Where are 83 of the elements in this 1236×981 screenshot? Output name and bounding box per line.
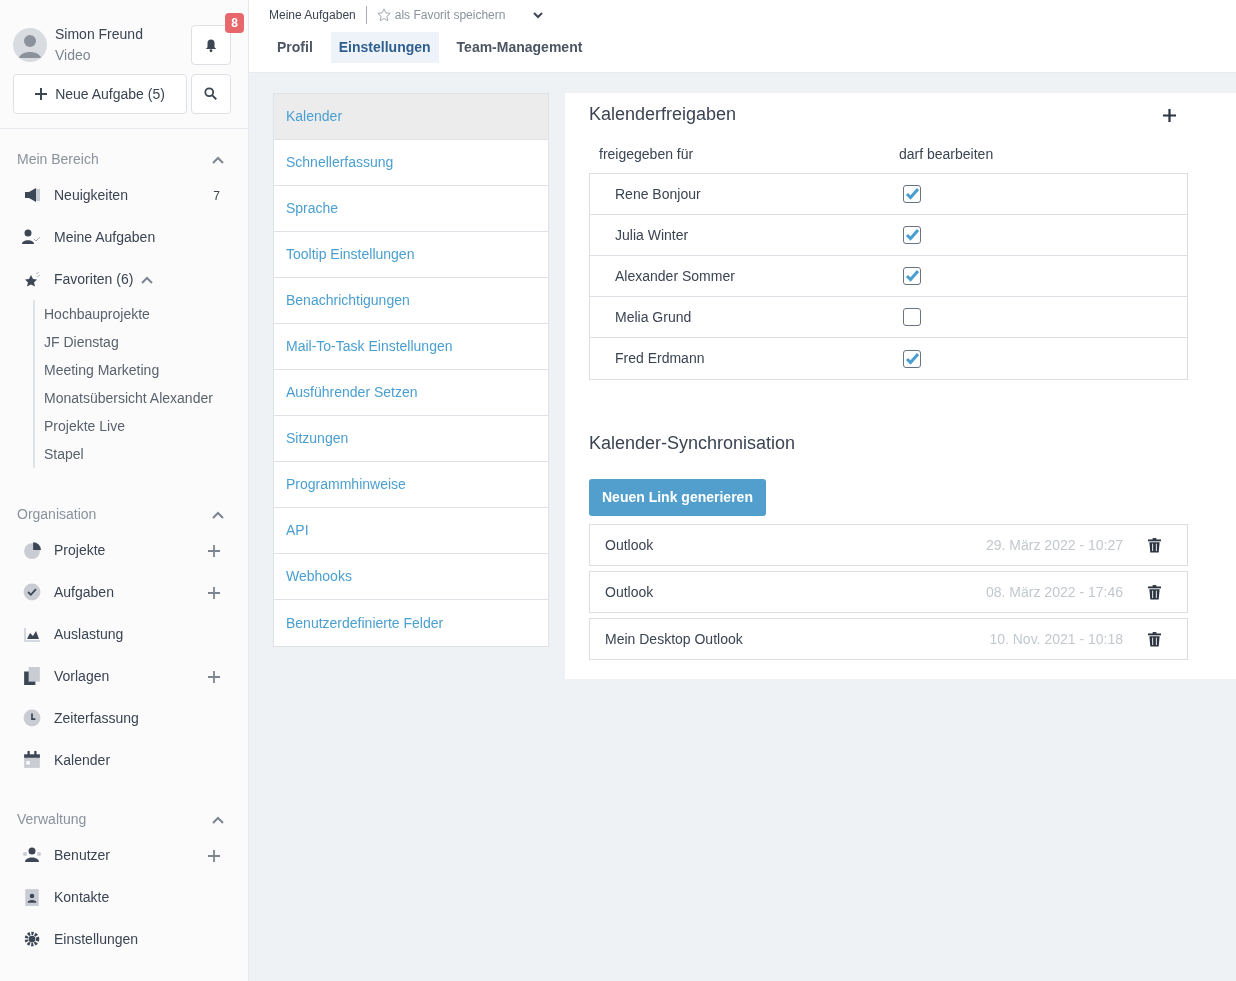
user-name: Simon Freund xyxy=(55,25,144,44)
edit-checkbox[interactable] xyxy=(903,349,921,368)
sidebar-item[interactable]: Vorlagen xyxy=(54,665,110,687)
users-icon xyxy=(22,847,42,863)
documents-icon xyxy=(23,667,41,685)
user-check-icon xyxy=(22,229,42,245)
check-circle-icon xyxy=(23,583,41,601)
notifications-button[interactable] xyxy=(191,25,231,65)
sidebar-item[interactable]: Aufgaben xyxy=(54,581,114,603)
sidebar-item[interactable]: Projekte xyxy=(54,539,106,561)
avatar xyxy=(13,28,47,62)
link-name: Outlook xyxy=(605,582,654,602)
favorite-item[interactable]: Projekte Live xyxy=(44,412,224,440)
chevron-up-icon xyxy=(212,511,224,520)
edit-checkbox[interactable] xyxy=(903,267,921,285)
calendar-icon xyxy=(23,751,41,769)
chevron-up-icon xyxy=(141,275,154,284)
sidebar-item[interactable]: Kontakte xyxy=(54,886,110,908)
plus-icon xyxy=(35,88,48,100)
link-date: 08. März 2022 - 17:46 xyxy=(986,582,1123,602)
plus-icon xyxy=(208,586,220,599)
chevron-up-icon xyxy=(212,156,224,165)
clock-icon xyxy=(23,709,41,727)
plus-icon xyxy=(208,849,220,862)
chevron-down-icon xyxy=(533,12,544,20)
tab[interactable]: Profil xyxy=(269,32,321,63)
section-title: Mein Bereich xyxy=(17,150,99,169)
plus-icon xyxy=(208,670,220,683)
section-title: Organisation xyxy=(17,505,97,524)
section-title: Verwaltung xyxy=(17,810,87,829)
trash-icon xyxy=(1148,538,1161,554)
favorite-item[interactable]: Hochbauprojekte xyxy=(44,300,224,328)
edit-checkbox[interactable] xyxy=(903,185,921,203)
new-task-button[interactable]: Neue Aufgabe (5) xyxy=(13,74,187,114)
link-name: Outlook xyxy=(605,535,654,555)
trash-icon xyxy=(1148,632,1161,648)
sidebar-item[interactable]: Benutzer xyxy=(54,844,111,866)
gear-icon xyxy=(23,930,41,948)
section-title: Kalender-Synchronisation xyxy=(589,432,797,455)
tab[interactable]: Team-Management xyxy=(448,32,591,63)
plus-icon xyxy=(208,544,220,557)
sidebar-item[interactable]: Zeiterfassung xyxy=(54,707,139,729)
favorite-item[interactable]: Stapel xyxy=(44,440,224,468)
edit-checkbox[interactable] xyxy=(903,308,921,326)
link-date: 10. Nov. 2021 - 10:18 xyxy=(989,629,1123,649)
pie-chart-icon xyxy=(23,541,41,559)
favorite-item[interactable]: Meeting Marketing xyxy=(44,356,224,384)
user-name: Julia Winter xyxy=(615,225,690,245)
section-title: Kalenderfreigaben xyxy=(589,103,737,126)
user-name: Rene Bonjour xyxy=(615,184,702,204)
trash-icon xyxy=(1148,585,1161,601)
sidebar-item[interactable]: Kalender xyxy=(54,749,111,771)
bell-icon xyxy=(204,37,218,53)
user-name: Alexander Sommer xyxy=(615,266,736,286)
area-chart-icon xyxy=(23,626,41,642)
tab[interactable]: Einstellungen xyxy=(330,32,439,63)
favorite-item[interactable]: Monatsübersicht Alexander xyxy=(44,384,224,412)
star-outline-icon xyxy=(376,8,391,22)
user-subtitle: Video xyxy=(55,46,92,65)
contact-card-icon xyxy=(23,888,41,906)
favorite-link[interactable]: als Favorit speichern xyxy=(376,6,506,24)
plus-icon xyxy=(1163,108,1176,122)
search-button[interactable] xyxy=(191,74,231,114)
breadcrumb-title: Meine Aufgaben xyxy=(269,7,356,24)
notification-count: 8 xyxy=(225,13,244,33)
column-header: freigegeben für xyxy=(599,145,695,164)
sidebar-item[interactable]: Favoriten (6) xyxy=(54,268,134,290)
user-name: Melia Grund xyxy=(615,307,693,327)
column-header: darf bearbeiten xyxy=(899,145,994,164)
sidebar-item[interactable]: Einstellungen xyxy=(54,928,139,950)
link-name: Mein Desktop Outlook xyxy=(605,629,743,649)
favorite-item[interactable]: JF Dienstag xyxy=(44,328,224,356)
chevron-up-icon xyxy=(212,816,224,825)
link-date: 29. März 2022 - 10:27 xyxy=(986,535,1123,555)
sidebar-item[interactable]: Auslastung xyxy=(54,623,124,645)
star-icon xyxy=(23,271,41,287)
item-count: 7 xyxy=(213,188,220,203)
sidebar-item[interactable]: Neuigkeiten xyxy=(54,184,128,206)
user-name: Fred Erdmann xyxy=(615,349,706,368)
sidebar-item[interactable]: Meine Aufgaben xyxy=(54,226,156,248)
search-icon xyxy=(204,87,218,101)
megaphone-icon xyxy=(23,187,41,203)
edit-checkbox[interactable] xyxy=(903,226,921,244)
